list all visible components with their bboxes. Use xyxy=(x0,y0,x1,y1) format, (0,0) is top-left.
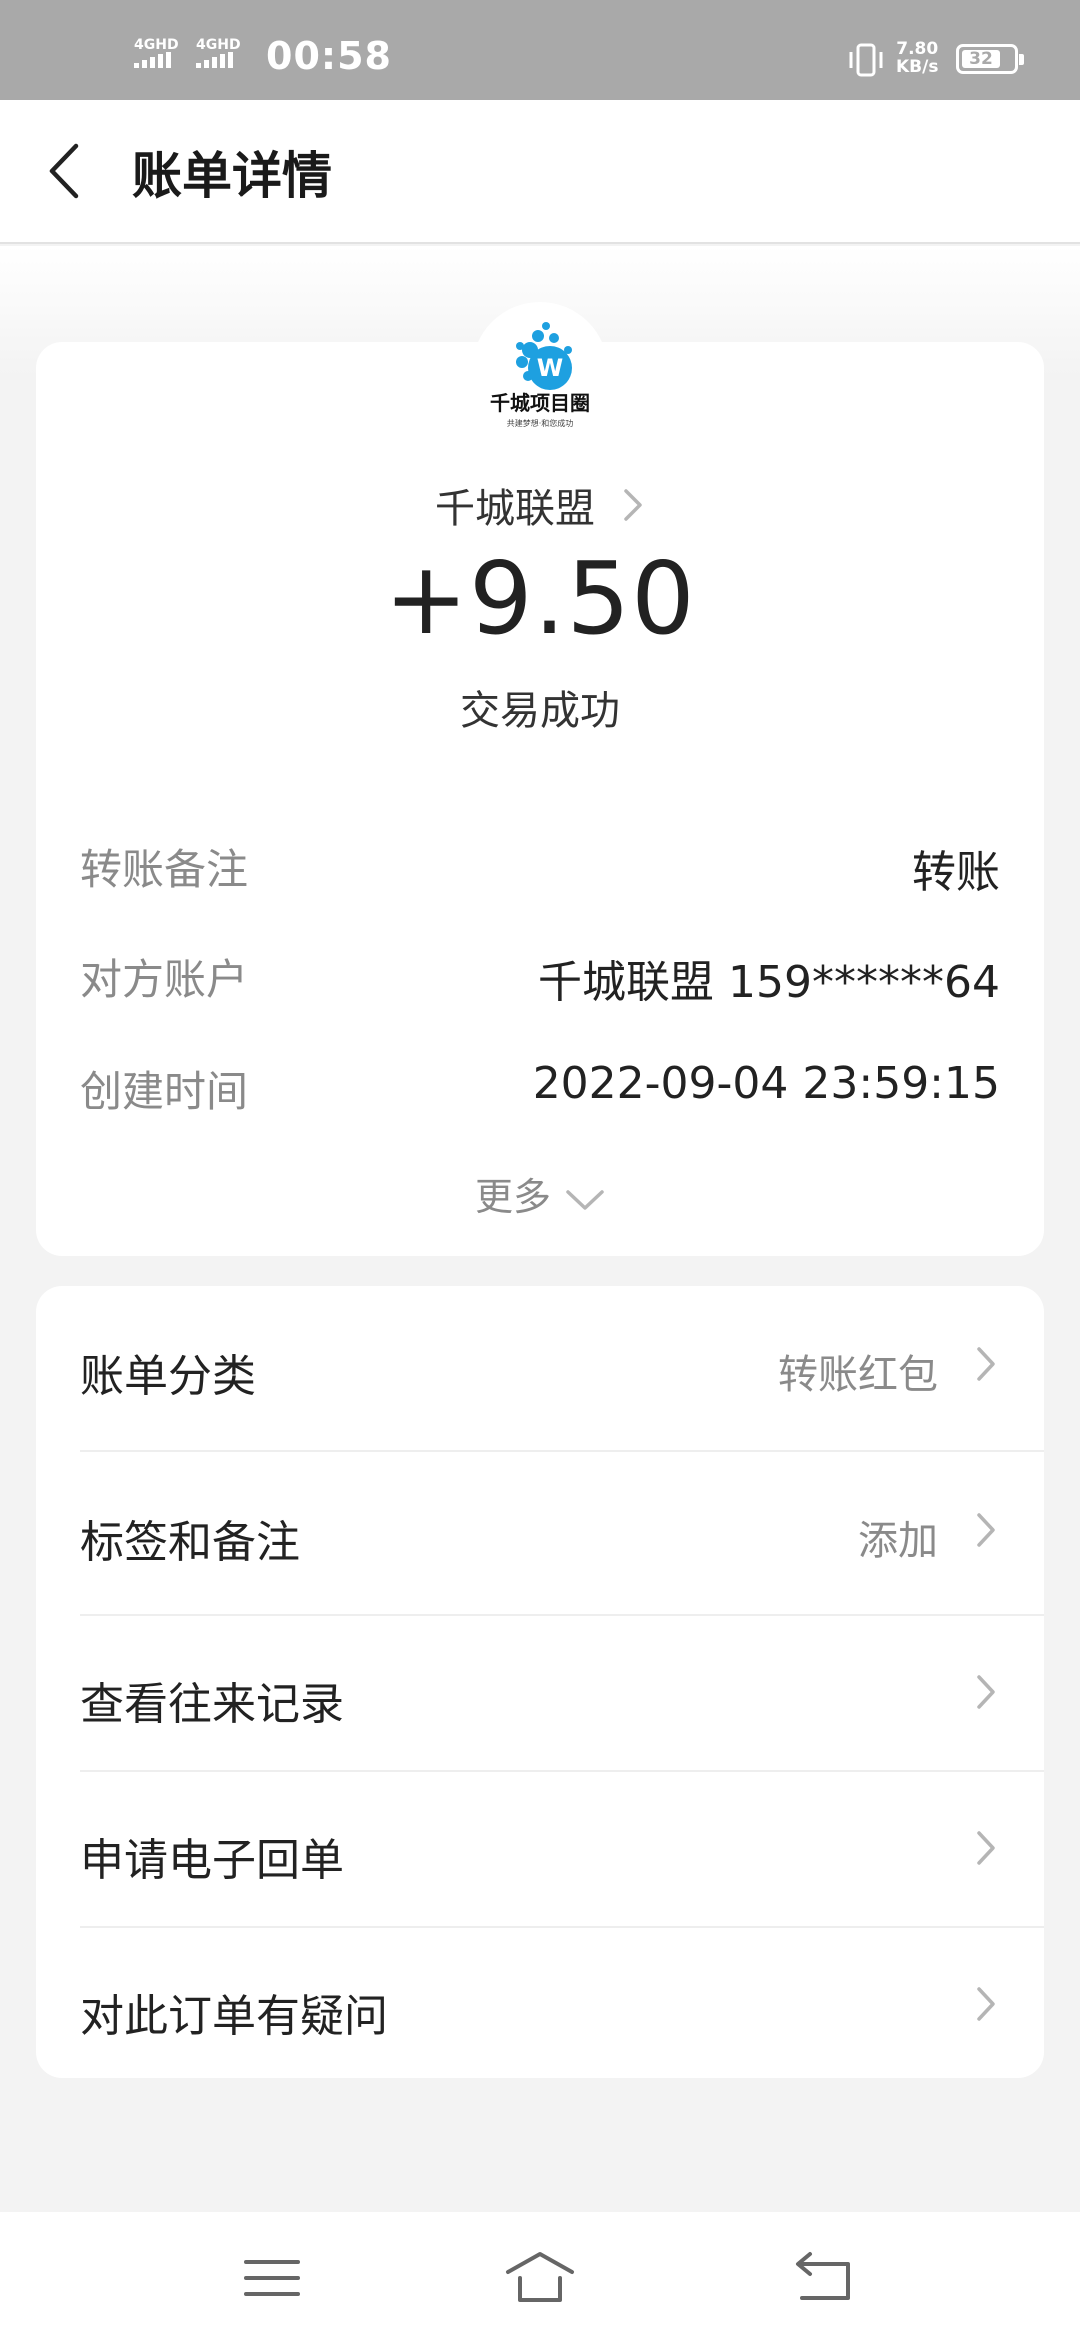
chevron-right-icon xyxy=(977,1675,995,1709)
signal-icon xyxy=(134,52,171,68)
chevron-right-icon xyxy=(977,1831,995,1865)
system-nav-bar xyxy=(0,2212,1080,2340)
menu-item-transaction-history[interactable]: 查看往来记录 xyxy=(36,1668,1044,1730)
detail-value: 千城联盟 159******64 xyxy=(538,957,1000,1008)
menu-item-label: 申请电子回单 xyxy=(80,1835,344,1886)
payee-name: 千城联盟 xyxy=(435,486,595,532)
transaction-status: 交易成功 xyxy=(460,688,620,734)
more-button[interactable]: 更多 xyxy=(0,1166,1080,1221)
chevron-right-icon xyxy=(977,1347,995,1381)
chevron-right-icon xyxy=(977,1513,995,1547)
net-speed-value: 7.80 xyxy=(896,39,939,59)
menu-item-e-receipt[interactable]: 申请电子回单 xyxy=(36,1824,1044,1886)
status-time: 00:58 xyxy=(266,34,392,78)
menu-item-bill-category[interactable]: 账单分类 转账红包 xyxy=(36,1340,1044,1402)
more-label: 更多 xyxy=(474,1175,551,1219)
status-bar: 4GHD 4GHD 00:58 7.80 KB/s 32 xyxy=(0,0,1080,100)
menu-icon[interactable] xyxy=(232,2248,312,2308)
payee-avatar[interactable]: W 千城项目圈 共建梦想·和您成功 xyxy=(472,302,608,438)
menu-item-value: 转账红包 xyxy=(778,1352,938,1398)
battery-icon: 32 xyxy=(956,44,1024,74)
chevron-down-icon xyxy=(566,1189,604,1210)
sim1-label: 4GHD xyxy=(134,37,179,53)
app-header: 账单详情 xyxy=(0,100,1080,244)
menu-item-value: 添加 xyxy=(858,1518,938,1564)
detail-label: 对方账户 xyxy=(80,955,249,1004)
payee-logo-icon: W 千城项目圈 共建梦想·和您成功 xyxy=(490,322,590,428)
back-arrow-icon[interactable] xyxy=(40,136,100,206)
menu-item-order-question[interactable]: 对此订单有疑问 xyxy=(36,1980,1044,2042)
net-speed: 7.80 KB/s xyxy=(896,40,938,76)
home-icon[interactable] xyxy=(500,2248,580,2308)
chevron-right-icon xyxy=(624,489,642,521)
back-icon[interactable] xyxy=(784,2248,864,2308)
payee-link[interactable]: 千城联盟 xyxy=(0,476,1080,534)
detail-value: 2022-09-04 23:59:15 xyxy=(532,1058,1000,1109)
menu-item-label: 对此订单有疑问 xyxy=(80,1991,388,2042)
transaction-amount: +9.50 xyxy=(384,540,696,657)
detail-row-remark: 转账备注 转账 xyxy=(80,836,1000,898)
payee-logo-text: 千城项目圈 xyxy=(490,391,590,415)
signal-icon xyxy=(196,52,233,68)
menu-item-label: 账单分类 xyxy=(80,1351,256,1402)
vibrate-icon xyxy=(849,43,883,77)
payee-logo-tagline: 共建梦想·和您成功 xyxy=(507,418,574,428)
sim2-signal: 4GHD xyxy=(196,38,241,71)
chevron-right-icon xyxy=(977,1987,995,2021)
detail-row-account: 对方账户 千城联盟 159******64 xyxy=(80,946,1000,1008)
detail-label: 创建时间 xyxy=(80,1067,249,1116)
detail-value: 转账 xyxy=(912,847,1000,898)
menu-item-tags-notes[interactable]: 标签和备注 添加 xyxy=(36,1506,1044,1568)
sim2-label: 4GHD xyxy=(196,37,241,53)
page-title: 账单详情 xyxy=(132,147,332,205)
detail-label: 转账备注 xyxy=(80,845,249,894)
battery-level: 32 xyxy=(962,50,1000,68)
detail-row-created-time: 创建时间 2022-09-04 23:59:15 xyxy=(80,1058,1000,1118)
net-speed-unit: KB/s xyxy=(896,57,939,77)
sim1-signal: 4GHD xyxy=(134,38,179,71)
menu-item-label: 查看往来记录 xyxy=(80,1679,344,1730)
menu-item-label: 标签和备注 xyxy=(80,1517,300,1568)
svg-text:W: W xyxy=(537,354,563,382)
